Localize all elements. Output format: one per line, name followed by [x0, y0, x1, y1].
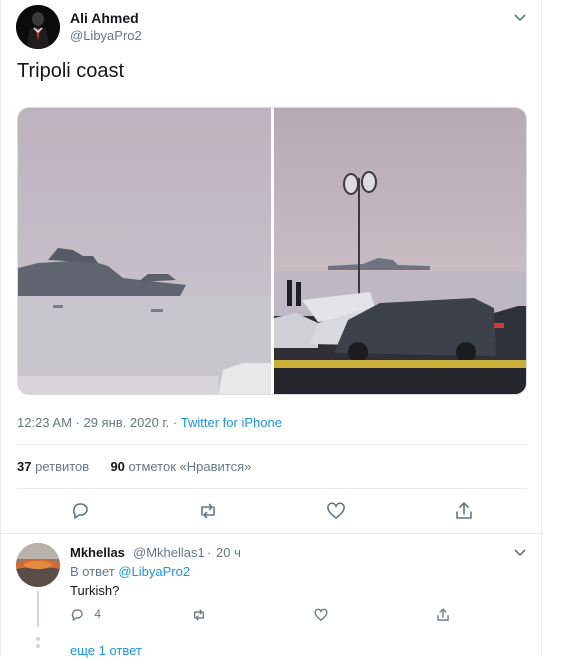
tweet-timestamp[interactable]: 12:23 AM · 29 янв. 2020 г. · [17, 415, 181, 430]
reply-icon [69, 607, 85, 621]
photo-right[interactable] [274, 108, 527, 395]
reply-to-link[interactable]: @LibyaPro2 [118, 564, 190, 579]
thread-dots [36, 637, 40, 651]
reply-text: Turkish? [70, 583, 120, 598]
author-handle[interactable]: @LibyaPro2 [70, 28, 142, 43]
tweet-card: Ali Ahmed @LibyaPro2 Tripoli coast 12:23… [0, 0, 543, 658]
retweet-count: 37 [17, 459, 32, 474]
reply-reply-button[interactable]: 4 [69, 607, 101, 625]
reply-separator: · [207, 545, 212, 560]
tweet-meta: 12:23 AM · 29 янв. 2020 г. · Twitter for… [17, 415, 282, 430]
like-count: 90 [110, 459, 125, 474]
reply-actions: 4 [1, 607, 543, 625]
like-stat[interactable]: 90 отметок «Нравится» [110, 459, 251, 474]
reply-author-avatar[interactable] [16, 543, 60, 587]
share-icon[interactable] [435, 607, 451, 625]
divider [17, 444, 527, 445]
media-photos [18, 108, 527, 395]
tweet-source-link[interactable]: Twitter for iPhone [181, 415, 282, 430]
reply-author-handle[interactable]: @Mkhellas1 [133, 545, 205, 560]
heart-icon[interactable] [313, 607, 329, 625]
divider [1, 533, 543, 534]
reply-context: В ответ @LibyaPro2 [70, 564, 190, 579]
heart-icon[interactable] [325, 500, 347, 522]
tweet-actions [1, 500, 543, 524]
tweet-stats: 37 ретвитов 90 отметок «Нравится» [17, 459, 251, 474]
retweet-icon[interactable] [191, 607, 207, 625]
retweet-stat[interactable]: 37 ретвитов [17, 459, 89, 474]
author-name[interactable]: Ali Ahmed [70, 10, 139, 26]
retweet-icon[interactable] [197, 500, 219, 522]
reply-time[interactable]: 20 ч [216, 545, 241, 560]
reply-author-name[interactable]: Mkhellas [70, 545, 125, 560]
divider [17, 488, 527, 489]
reply-icon[interactable] [69, 500, 91, 522]
reply-prefix: В ответ [70, 564, 115, 579]
reply-reply-count: 4 [94, 607, 102, 622]
chevron-down-icon[interactable] [511, 8, 529, 26]
tweet-media[interactable] [17, 107, 527, 395]
tweet-text: Tripoli coast [17, 60, 125, 82]
like-label: отметок «Нравится» [128, 459, 252, 474]
chevron-down-icon[interactable] [511, 543, 529, 561]
author-avatar[interactable] [16, 5, 60, 49]
photo-left[interactable] [18, 108, 271, 395]
retweet-label: ретвитов [35, 459, 90, 474]
share-icon[interactable] [453, 500, 475, 522]
